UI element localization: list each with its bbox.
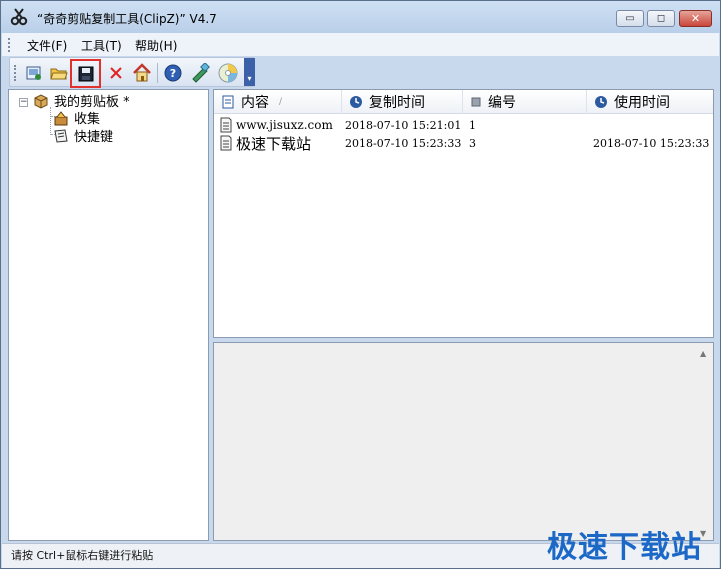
- maximize-icon: ◻: [656, 13, 666, 24]
- tools-icon: [192, 63, 210, 83]
- status-text: 请按 Ctrl+鼠标右键进行粘贴: [11, 549, 154, 562]
- home-icon: [133, 63, 151, 82]
- table-row[interactable]: 极速下载站 2018-07-10 15:23:33 3 2018-07-10 1…: [214, 134, 713, 153]
- clip-preview[interactable]: ▲ ▼: [213, 342, 714, 541]
- column-label: 复制时间: [369, 95, 425, 111]
- window-title: “奇奇剪贴复制工具(ClipZ)” V4.7: [37, 12, 217, 26]
- toolbar-separator: [157, 63, 158, 83]
- menu-grip[interactable]: [8, 38, 11, 52]
- column-label: 使用时间: [614, 95, 670, 111]
- clock-icon: [350, 96, 362, 108]
- home-button[interactable]: [131, 62, 153, 84]
- toolbar-overflow-button[interactable]: ▾: [244, 58, 255, 86]
- box-icon: [34, 93, 48, 109]
- save-button[interactable]: [70, 59, 101, 88]
- help-button[interactable]: ?: [162, 62, 184, 84]
- clip-content: www.jisuxz.com: [236, 118, 333, 132]
- menu-tools[interactable]: 工具(T): [81, 37, 122, 54]
- clip-content: 极速下载站: [236, 134, 312, 153]
- scroll-up-icon[interactable]: ▲: [700, 349, 706, 358]
- scissors-app-icon: [10, 8, 28, 26]
- column-number[interactable]: 编号: [463, 90, 587, 114]
- toolbar: ? ▾: [9, 57, 255, 88]
- tree-item-label: 收集: [74, 112, 101, 127]
- clip-list: 内容 ∕ 复制时间 编号 使用时间 www.jisuxz.com 2018-07…: [213, 89, 714, 338]
- sort-icon: ∕: [279, 97, 283, 107]
- number-icon: [471, 97, 481, 107]
- minimize-icon: ▭: [625, 13, 635, 24]
- delete-button[interactable]: [105, 62, 127, 84]
- title-bar[interactable]: “奇奇剪贴复制工具(ClipZ)” V4.7 ▭ ◻ ✕: [1, 1, 720, 33]
- minimize-button[interactable]: ▭: [616, 10, 644, 27]
- close-button[interactable]: ✕: [679, 10, 712, 27]
- new-clip-button[interactable]: [23, 62, 45, 84]
- tree-expander[interactable]: −: [19, 98, 28, 107]
- text-document-icon: [220, 117, 232, 133]
- cell-content: www.jisuxz.com: [219, 116, 333, 134]
- cell-copy-time: 2018-07-10 15:23:33: [345, 136, 462, 150]
- open-folder-icon: [50, 68, 68, 80]
- tools-button[interactable]: [189, 62, 211, 84]
- table-row[interactable]: www.jisuxz.com 2018-07-10 15:21:01 1: [214, 116, 713, 134]
- tree-item-collect[interactable]: 收集: [53, 108, 100, 127]
- new-clip-icon: [26, 66, 41, 80]
- chevron-down-icon: ▾: [247, 74, 252, 83]
- menu-file[interactable]: 文件(F): [27, 37, 67, 54]
- text-document-icon: [220, 135, 232, 151]
- preview-scrollbar[interactable]: ▲ ▼: [696, 343, 713, 540]
- cell-number: 3: [469, 136, 476, 150]
- disc-button[interactable]: [217, 62, 239, 84]
- maximize-button[interactable]: ◻: [647, 10, 675, 27]
- tree-item-label: 快捷键: [74, 130, 114, 145]
- cell-copy-time: 2018-07-10 15:21:01: [345, 118, 462, 132]
- close-icon: ✕: [690, 12, 701, 25]
- open-button[interactable]: [48, 62, 70, 84]
- cell-content: 极速下载站: [219, 134, 312, 153]
- tree-item-shortcuts[interactable]: 快捷键: [53, 126, 113, 145]
- save-icon: [78, 66, 93, 81]
- column-label: 编号: [488, 95, 516, 111]
- svg-text:?: ?: [170, 67, 176, 80]
- collect-icon: [54, 110, 68, 125]
- cell-use-time: 2018-07-10 15:23:33: [593, 136, 710, 150]
- document-icon: [222, 95, 234, 109]
- list-header: 内容 ∕ 复制时间 编号 使用时间: [214, 90, 713, 114]
- menu-bar: 文件(F) 工具(T) 帮助(H): [2, 33, 719, 56]
- watermark-logo: 极速下载站: [547, 530, 702, 565]
- toolbar-grip[interactable]: [14, 65, 17, 81]
- menu-help[interactable]: 帮助(H): [135, 37, 177, 54]
- column-content[interactable]: 内容 ∕: [214, 90, 342, 114]
- delete-icon: [110, 67, 122, 79]
- column-copy-time[interactable]: 复制时间: [342, 90, 463, 114]
- column-label: 内容: [241, 95, 269, 111]
- clock-icon: [595, 96, 607, 108]
- app-window: “奇奇剪贴复制工具(ClipZ)” V4.7 ▭ ◻ ✕ 文件(F) 工具(T)…: [0, 0, 721, 569]
- help-icon: ?: [164, 64, 182, 82]
- column-use-time[interactable]: 使用时间: [587, 90, 713, 114]
- disc-icon: [218, 63, 238, 83]
- clipboard-tree: − 我的剪贴板 * 收集 快捷键: [8, 89, 209, 541]
- shortcut-key-icon: [54, 128, 68, 143]
- tree-connector: [50, 107, 51, 135]
- cell-number: 1: [469, 118, 476, 132]
